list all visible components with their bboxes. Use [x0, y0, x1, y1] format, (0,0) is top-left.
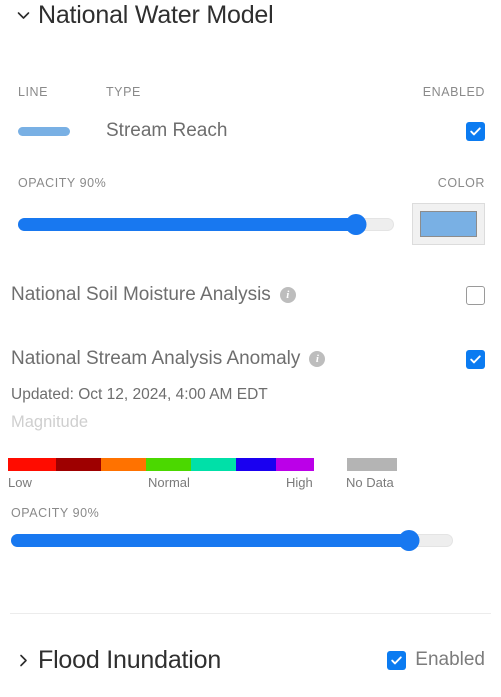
opacity-slider-row-anomaly: [11, 529, 453, 551]
legend-label: Normal: [148, 475, 190, 491]
opacity-slider-stream-reach[interactable]: [18, 213, 394, 235]
column-header-line: LINE: [18, 85, 48, 100]
legend-band: [56, 458, 101, 472]
opacity-label-stream-reach: OPACITY 90%: [18, 176, 107, 191]
slider-fill: [11, 533, 409, 547]
layer-control-panel: National Water Model LINE TYPE ENABLED S…: [0, 0, 501, 697]
color-swatch-inner: [420, 211, 477, 238]
legend-band: [8, 458, 56, 472]
legend-bars: [8, 458, 485, 472]
column-header-type: TYPE: [106, 85, 141, 100]
legend-band: [101, 458, 146, 472]
slider-thumb[interactable]: [398, 529, 420, 551]
anomaly-opacity-block: OPACITY 90%: [0, 506, 501, 551]
checkbox-flood-inundation-enabled[interactable]: [387, 650, 407, 670]
layer-name-stream-reach: Stream Reach: [106, 120, 228, 142]
layer-row-national-stream-analysis-anomaly: National Stream Analysis Anomaly i: [0, 348, 501, 370]
legend-band: [146, 458, 191, 472]
legend-color-ramp: [8, 458, 314, 472]
chevron-right-icon[interactable]: [14, 651, 32, 669]
checkbox-national-stream-analysis-anomaly[interactable]: [466, 349, 485, 369]
group-header-national-water-model[interactable]: National Water Model: [0, 0, 501, 28]
opacity-label-anomaly: OPACITY 90%: [11, 506, 100, 521]
layer-name-national-stream-analysis-anomaly: National Stream Analysis Anomaly: [11, 348, 301, 370]
group-title-national-water-model: National Water Model: [38, 1, 274, 29]
stream-reach-line-swatch: [18, 126, 70, 136]
legend-nodata-swatch: [347, 458, 397, 472]
group-title-flood-inundation: Flood Inundation: [38, 646, 222, 675]
flood-inundation-enabled-control: Enabled: [387, 649, 485, 671]
chevron-down-icon[interactable]: [14, 6, 32, 24]
legend-band: [276, 458, 314, 472]
legend-band: [236, 458, 276, 472]
layer-subtitle-magnitude: Magnitude: [11, 413, 89, 432]
checkbox-national-soil-moisture-analysis[interactable]: [466, 285, 485, 305]
checkbox-stream-reach-enabled[interactable]: [466, 121, 485, 141]
layer-name-national-soil-moisture-analysis: National Soil Moisture Analysis: [11, 284, 271, 306]
opacity-label-row: OPACITY 90%: [11, 506, 453, 520]
info-icon[interactable]: i: [279, 287, 296, 304]
opacity-slider-anomaly[interactable]: [11, 529, 453, 551]
opacity-color-labels: OPACITY 90% COLOR: [18, 176, 485, 190]
info-icon[interactable]: i: [309, 351, 326, 368]
line-swatch-cell: [18, 126, 106, 136]
legend-label: No Data: [346, 475, 394, 491]
group-header-flood-inundation[interactable]: Flood Inundation Enabled: [0, 646, 501, 675]
layer-row-national-soil-moisture-analysis: National Soil Moisture Analysis i: [0, 284, 501, 306]
legend-magnitude: Low Normal High No Data: [0, 458, 501, 491]
color-label-stream-reach: COLOR: [437, 176, 485, 191]
stream-reach-opacity-block: OPACITY 90% COLOR: [0, 176, 501, 246]
legend-band: [191, 458, 236, 472]
opacity-slider-row-stream-reach: [18, 203, 485, 246]
layer-row-stream-reach: Stream Reach: [0, 118, 501, 144]
column-header-enabled: ENABLED: [422, 85, 485, 100]
legend-label: Low: [8, 475, 32, 491]
section-divider: [10, 613, 491, 615]
color-swatch-stream-reach[interactable]: [412, 203, 485, 246]
flood-inundation-enabled-label: Enabled: [415, 649, 485, 671]
column-headers: LINE TYPE ENABLED: [0, 85, 501, 99]
legend-labels: Low Normal High No Data: [8, 475, 485, 491]
legend-label: High: [286, 475, 313, 491]
slider-thumb[interactable]: [345, 213, 367, 235]
slider-fill: [18, 217, 357, 231]
layer-updated-timestamp: Updated: Oct 12, 2024, 4:00 AM EDT: [11, 386, 268, 404]
